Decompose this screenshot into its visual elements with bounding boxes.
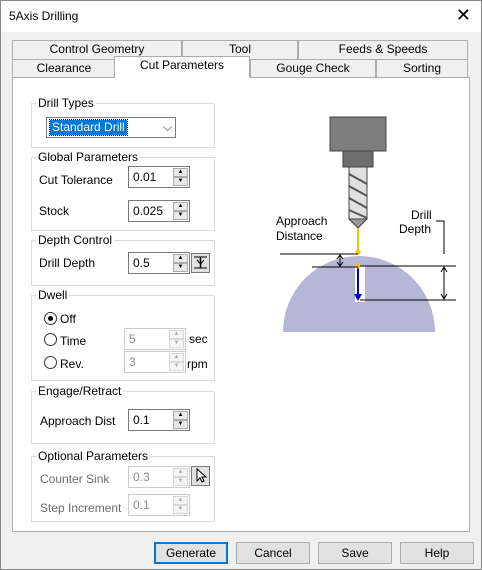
dwell-rev-value: 3 [129, 355, 136, 369]
spin-down-icon[interactable]: ▼ [173, 263, 188, 272]
cut-tolerance-value: 0.01 [133, 170, 157, 184]
dwell-rev-radio[interactable] [44, 356, 57, 369]
counter-sink-pick-button[interactable] [191, 466, 210, 486]
cursor-arrow-icon [196, 467, 208, 483]
save-button[interactable]: Save [318, 542, 392, 564]
drill-type-value: Standard Drill [49, 119, 128, 136]
optional-parameters-label: Optional Parameters [36, 449, 151, 463]
dwell-rev-unit: rpm [187, 357, 208, 371]
approach-label-line2: Distance [276, 229, 323, 243]
cancel-button[interactable]: Cancel [236, 542, 310, 564]
spin-up-icon[interactable]: ▲ [169, 353, 184, 362]
step-increment-spinner[interactable]: 0.1 ▲ ▼ [128, 494, 190, 516]
dwell-time-radio[interactable] [44, 333, 57, 346]
stock-spinner[interactable]: 0.025 ▲ ▼ [128, 200, 190, 222]
counter-sink-value: 0.3 [133, 470, 150, 484]
engage-retract-label: Engage/Retract [36, 384, 124, 398]
drill-depth-label-line1: Drill [411, 208, 432, 222]
tool-collet [342, 150, 374, 168]
cut-tolerance-label: Cut Tolerance [39, 173, 113, 187]
dwell-time-value: 5 [129, 332, 136, 346]
spin-down-icon[interactable]: ▼ [173, 211, 188, 220]
dwell-time-unit: sec [189, 332, 208, 346]
step-increment-label: Step Increment [40, 501, 122, 515]
spin-down-icon[interactable]: ▼ [173, 177, 188, 186]
counter-sink-label: Counter Sink [40, 472, 110, 486]
stock-value: 0.025 [133, 204, 164, 218]
cut-tolerance-spinner[interactable]: 0.01 ▲ ▼ [128, 166, 190, 188]
drill-type-select[interactable]: Standard Drill ⌵ [46, 117, 176, 138]
spin-down-icon[interactable]: ▼ [173, 477, 188, 486]
chevron-down-icon: ⌵ [162, 120, 172, 134]
counter-sink-spinner[interactable]: 0.3 ▲ ▼ [128, 466, 190, 488]
spin-up-icon[interactable]: ▲ [173, 202, 188, 211]
depth-to-surface-button[interactable] [191, 253, 210, 273]
spin-up-icon[interactable]: ▲ [169, 330, 184, 339]
help-button[interactable]: Help [400, 542, 474, 564]
dwell-time-label[interactable]: Time [60, 334, 86, 348]
drill-depth-label: Drill Depth [39, 256, 96, 270]
drill-types-label: Drill Types [36, 96, 96, 110]
drill-depth-value: 0.5 [133, 256, 150, 270]
spin-up-icon[interactable]: ▲ [173, 411, 188, 420]
drill-depth-spinner[interactable]: 0.5 ▲ ▼ [128, 252, 190, 274]
generate-button[interactable]: Generate [154, 542, 228, 564]
global-parameters-label: Global Parameters [36, 150, 141, 164]
approach-dist-value: 0.1 [133, 413, 150, 427]
tool-holder [329, 116, 387, 152]
approach-dist-label: Approach Dist [40, 414, 116, 428]
stock-label: Stock [39, 204, 70, 218]
approach-dist-spinner[interactable]: 0.1 ▲ ▼ [128, 409, 190, 431]
dwell-time-spinner[interactable]: 5 ▲ ▼ [124, 328, 186, 350]
spin-down-icon[interactable]: ▼ [169, 362, 184, 371]
depth-tool-icon [194, 256, 207, 269]
spin-up-icon[interactable]: ▲ [173, 496, 188, 505]
dwell-label: Dwell [36, 288, 70, 302]
drill-depth-label-line2: Depth [399, 222, 431, 236]
surface-point [355, 263, 361, 269]
spin-up-icon[interactable]: ▲ [173, 468, 188, 477]
dwell-rev-spinner[interactable]: 3 ▲ ▼ [124, 351, 186, 373]
approach-label-line1: Approach [276, 214, 327, 228]
step-increment-value: 0.1 [133, 498, 150, 512]
spin-down-icon[interactable]: ▼ [173, 420, 188, 429]
dwell-off-radio[interactable] [44, 312, 57, 325]
depth-control-label: Depth Control [36, 233, 115, 247]
spin-up-icon[interactable]: ▲ [173, 168, 188, 177]
dwell-rev-label[interactable]: Rev. [60, 357, 84, 371]
spin-up-icon[interactable]: ▲ [173, 254, 188, 263]
drilling-diagram: Approach Distance Drill Depth [276, 116, 456, 332]
dwell-off-label[interactable]: Off [60, 312, 76, 326]
spin-down-icon[interactable]: ▼ [169, 339, 184, 348]
drill-tip [347, 218, 369, 229]
drill-depth-leader [436, 220, 445, 254]
spin-down-icon[interactable]: ▼ [173, 505, 188, 514]
